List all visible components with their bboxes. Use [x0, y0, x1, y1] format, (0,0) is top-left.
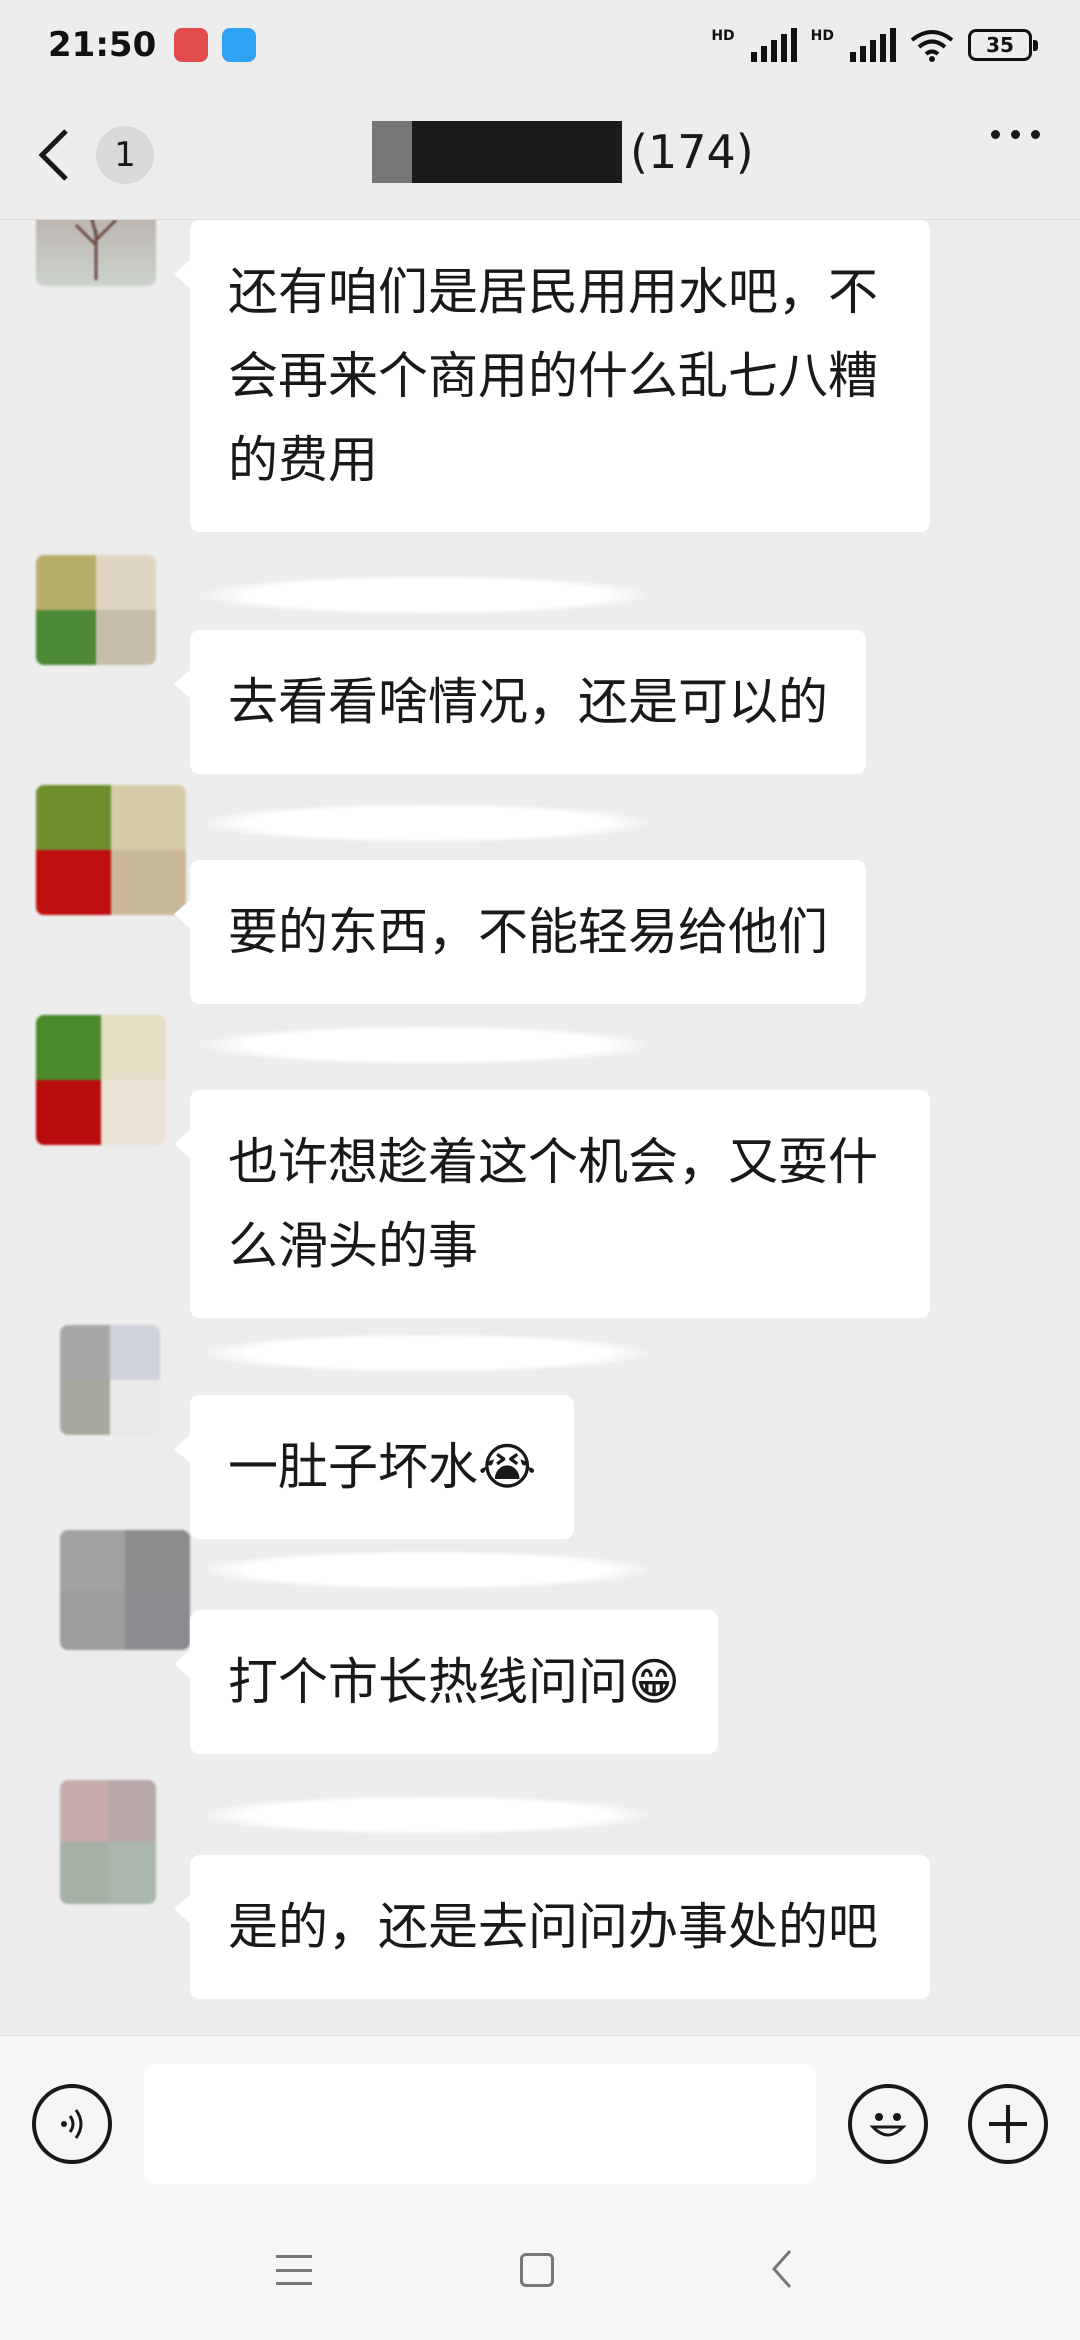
sender-name-redacted	[196, 1795, 656, 1835]
message-text: 一肚子坏水	[228, 1438, 478, 1496]
unread-count-badge[interactable]: 1	[96, 125, 154, 184]
system-nav-bar	[0, 2205, 1080, 2340]
chat-header: 1 (174)	[0, 90, 1080, 220]
redacted-group-name	[372, 121, 622, 183]
app-icon	[222, 28, 257, 62]
hd-label: HD	[810, 28, 834, 44]
message-bubble[interactable]: 打个市长热线问问😁	[173, 1610, 719, 1754]
avatar[interactable]	[36, 785, 186, 915]
avatar[interactable]	[60, 1325, 160, 1435]
message-bubble[interactable]: 也许想趁着这个机会，又耍什么滑头的事	[174, 1090, 930, 1318]
battery-icon: 35	[968, 29, 1038, 61]
message-text: 是的，还是去问问办事处的吧	[228, 1898, 878, 1956]
message-input[interactable]	[144, 2064, 816, 2184]
avatar[interactable]	[60, 1530, 190, 1650]
avatar[interactable]	[36, 555, 156, 665]
message-text: 也许想趁着这个机会，又耍什么滑头的事	[228, 1133, 878, 1275]
signal-icon	[850, 28, 896, 62]
sender-name-redacted	[196, 1333, 656, 1373]
sender-name-redacted	[196, 803, 656, 843]
message-bubble[interactable]: 是的，还是去问问办事处的吧	[174, 1855, 930, 1999]
signal-icon	[750, 28, 797, 62]
sender-name-redacted	[196, 1025, 656, 1065]
message-bubble[interactable]: 去看看啥情况，还是可以的	[174, 630, 866, 774]
nav-back-icon[interactable]	[770, 2249, 794, 2293]
message-text: 要的东西，不能轻易给他们	[228, 903, 828, 961]
message-text: 还有咱们是居民用用水吧，不会再来个商用的什么乱七八糟的费用	[228, 263, 878, 489]
chat-title: (174)	[372, 102, 754, 202]
grinning-emoji: 😁	[628, 1653, 681, 1711]
status-time: 21:50	[48, 25, 157, 65]
avatar[interactable]	[60, 1780, 156, 1904]
back-icon[interactable]	[36, 120, 86, 190]
sender-name-redacted	[196, 575, 656, 615]
message-bubble[interactable]: 还有咱们是居民用用水吧，不会再来个商用的什么乱七八糟的费用	[174, 220, 930, 532]
avatar[interactable]	[36, 1015, 166, 1145]
message-text: 去看看啥情况，还是可以的	[228, 673, 828, 731]
avatar[interactable]	[36, 220, 156, 286]
status-bar: 21:50 HD HD 35	[0, 0, 1080, 90]
message-text: 打个市长热线问问	[228, 1653, 628, 1711]
hd-label: HD	[711, 28, 735, 44]
voice-icon[interactable]	[32, 2084, 112, 2164]
member-count: (174)	[630, 125, 754, 179]
wifi-icon	[910, 30, 954, 62]
app-notification-icon	[174, 28, 209, 62]
sender-name-redacted	[196, 1550, 656, 1590]
more-options-icon[interactable]	[991, 130, 1040, 139]
message-bubble[interactable]: 一肚子坏水😭	[173, 1395, 575, 1539]
chat-messages[interactable]: 还有咱们是居民用用水吧，不会再来个商用的什么乱七八糟的费用 去看看啥情况，还是可…	[0, 220, 1080, 2035]
recent-apps-icon[interactable]	[276, 2255, 312, 2285]
crying-emoji: 😭	[478, 1438, 537, 1496]
emoji-icon[interactable]	[848, 2084, 928, 2164]
status-indicators: HD HD 35	[711, 28, 1038, 62]
home-icon[interactable]	[520, 2253, 554, 2287]
input-bar	[0, 2035, 1080, 2205]
plus-icon[interactable]	[968, 2084, 1048, 2164]
message-bubble[interactable]: 要的东西，不能轻易给他们	[174, 860, 866, 1004]
